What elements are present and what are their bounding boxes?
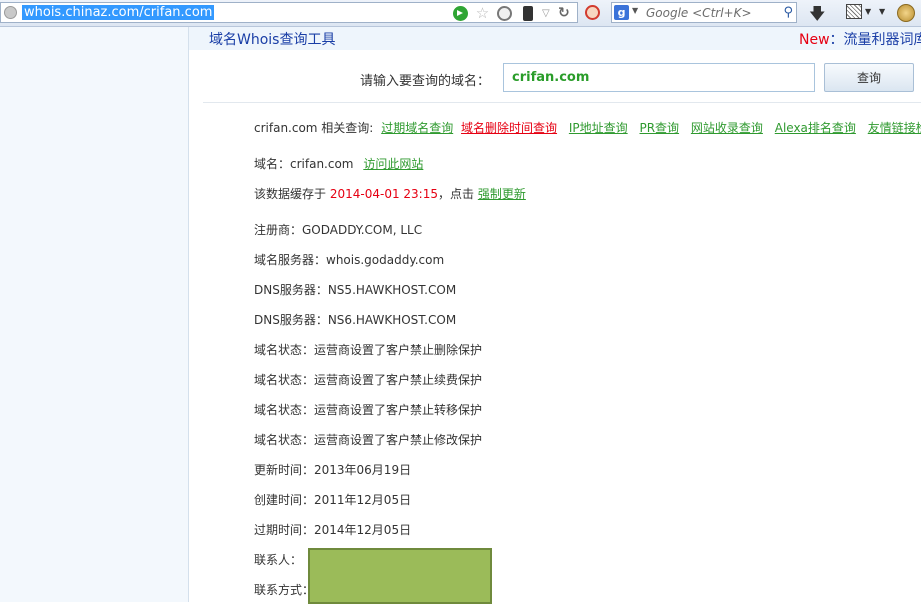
whois-server-record: 域名服务器：whois.godaddy.com (254, 253, 445, 267)
new-promo-banner[interactable]: New：流量利器词库 (799, 29, 921, 49)
search-bar[interactable]: g ▼ Google <Ctrl+K> ⚲ (611, 2, 797, 23)
domain-input-label: 请输入要查询的域名： (360, 74, 491, 89)
search-icon[interactable]: ⚲ (783, 5, 793, 20)
site-identity-icon[interactable] (4, 6, 17, 19)
updated-date-record: 更新时间：2013年06月19日 (254, 463, 412, 477)
alarm-clock-icon[interactable] (497, 6, 512, 21)
screenshot-icon[interactable] (846, 4, 862, 19)
reload-icon[interactable]: ↻ (558, 6, 573, 21)
bookmark-star-icon[interactable]: ☆ (475, 6, 490, 21)
domain-delete-time-link[interactable]: 域名删除时间查询 (461, 121, 557, 135)
domain-status-record: 域名状态：运营商设置了客户禁止删除保护 (254, 343, 483, 357)
noscript-icon[interactable] (585, 5, 600, 20)
domain-input[interactable] (503, 63, 815, 92)
dns-server-record: DNS服务器：NS5.HAWKHOST.COM (254, 283, 457, 297)
domain-label: 域名：crifan.com (254, 157, 354, 171)
related-prefix: crifan.com 相关查询: (254, 121, 374, 135)
new-label: New (799, 32, 830, 48)
browser-toolbar: whois.chinaz.com/crifan.com ☆ ▽ ↻ g ▼ Go… (0, 0, 921, 27)
domain-status-record: 域名状态：运营商设置了客户禁止修改保护 (254, 433, 483, 447)
promo-link[interactable]: ：流量利器词库 (830, 32, 921, 48)
related-queries: crifan.com 相关查询: 过期域名查询 域名删除时间查询 IP地址查询 … (254, 119, 921, 136)
dns-server-record: DNS服务器：NS6.HAWKHOST.COM (254, 313, 457, 327)
created-date-record: 创建时间：2011年12月05日 (254, 493, 412, 507)
left-sidebar (0, 27, 189, 602)
download-icon[interactable]: 🡇 (809, 3, 825, 30)
expired-domain-link[interactable]: 过期域名查询 (381, 121, 453, 135)
cache-time: 2014-04-01 23:15 (329, 187, 438, 201)
redaction-box (308, 548, 492, 604)
domain-status-record: 域名状态：运营商设置了客户禁止续费保护 (254, 373, 483, 387)
page-title[interactable]: 域名Whois查询工具 (209, 29, 335, 49)
address-bar[interactable]: whois.chinaz.com/crifan.com ☆ ▽ ↻ (0, 2, 578, 23)
addon-icon[interactable] (897, 4, 915, 22)
cache-line: 该数据缓存于 2014-04-01 23:15，点击 强制更新 (254, 185, 526, 202)
cache-prefix: 该数据缓存于 (254, 187, 327, 201)
page-header: 域名Whois查询工具 New：流量利器词库 (189, 27, 921, 50)
google-engine-icon[interactable]: g (614, 5, 629, 20)
force-refresh-link[interactable]: 强制更新 (478, 187, 526, 201)
search-placeholder[interactable]: Google <Ctrl+K> (646, 6, 752, 20)
address-bar-url[interactable]: whois.chinaz.com/crifan.com (22, 5, 215, 20)
pr-lookup-link[interactable]: PR查询 (639, 121, 679, 135)
registrar-record: 注册商：GODADDY.COM, LLC (254, 223, 423, 237)
cache-middle: ，点击 (437, 187, 474, 201)
friend-link-check-link[interactable]: 友情链接检测 (868, 121, 921, 135)
menu-dropdown-icon[interactable]: ▼ (879, 7, 885, 16)
history-dropdown-icon[interactable]: ▽ (542, 6, 557, 21)
contact-record: 联系人： (254, 553, 303, 567)
ip-lookup-link[interactable]: IP地址查询 (569, 121, 628, 135)
visit-site-link[interactable]: 访问此网站 (363, 157, 423, 171)
engine-dropdown-icon[interactable]: ▼ (632, 6, 638, 15)
alexa-rank-link[interactable]: Alexa排名查询 (775, 121, 856, 135)
contact-info-record: 联系方式： (254, 583, 315, 597)
index-lookup-link[interactable]: 网站收录查询 (691, 121, 763, 135)
expiry-date-record: 过期时间：2014年12月05日 (254, 523, 412, 537)
go-icon[interactable] (453, 6, 468, 21)
domain-status-record: 域名状态：运营商设置了客户禁止转移保护 (254, 403, 483, 417)
screenshot-dropdown-icon[interactable]: ▼ (865, 7, 871, 16)
mobile-phone-icon[interactable] (523, 6, 533, 21)
domain-line: 域名：crifan.com 访问此网站 (254, 155, 423, 172)
divider (203, 102, 921, 103)
query-button[interactable]: 查询 (824, 63, 914, 92)
